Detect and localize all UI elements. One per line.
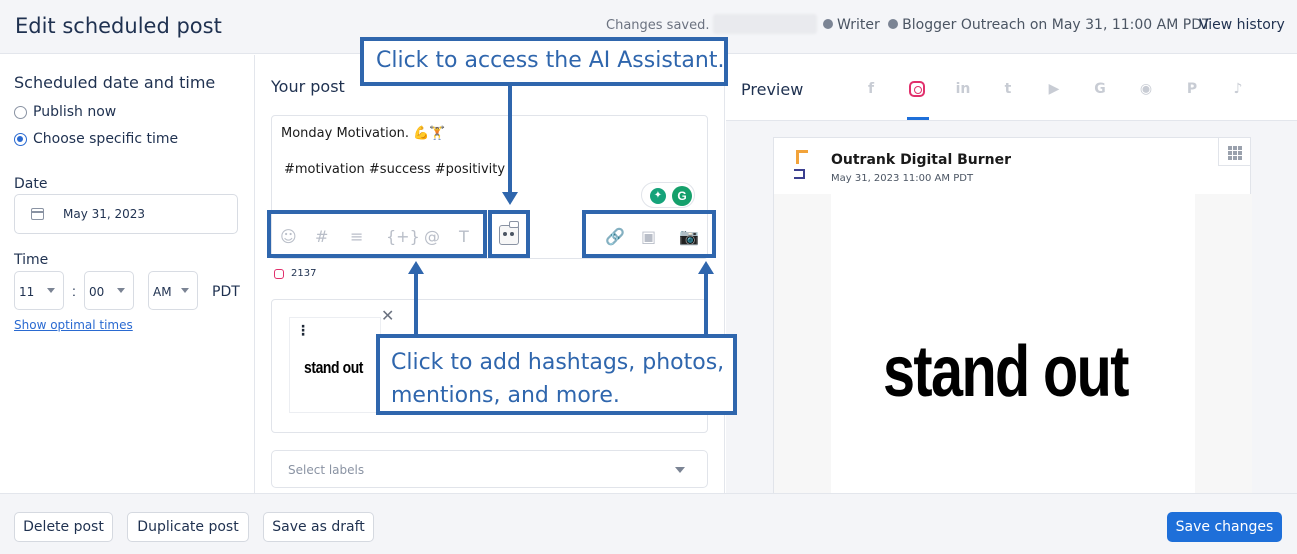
tab-linkedin-icon[interactable]: in	[953, 79, 973, 99]
active-tab-indicator	[907, 117, 929, 120]
preview-image: stand out	[831, 194, 1195, 494]
tab-reddit-icon[interactable]: ◉	[1136, 79, 1156, 99]
thumbnail-text: stand out	[304, 358, 364, 377]
choose-time-option[interactable]: Choose specific time	[14, 131, 178, 147]
publish-now-label: Publish now	[33, 104, 117, 120]
meta-details: Blogger Outreach on May 31, 11:00 AM PDT	[902, 17, 1211, 33]
post-editor-panel: Your post Monday Motivation. 💪🏋 #motivat…	[256, 55, 725, 493]
date-label: Date	[14, 176, 48, 192]
ai-icon-highlight	[488, 210, 530, 258]
instagram-icon	[909, 81, 925, 97]
image-margin-left	[774, 194, 831, 494]
time-separator: :	[72, 283, 76, 299]
chevron-down-icon	[181, 288, 189, 293]
callout-arrow-line	[704, 273, 708, 335]
ampm-select[interactable]: AM	[148, 271, 198, 310]
char-count-value: 2137	[291, 268, 317, 279]
chevron-down-icon	[47, 288, 55, 293]
instagram-icon	[274, 268, 284, 279]
image-margin-right	[1195, 194, 1252, 494]
add-more-callout: Click to add hashtags, photos, mentions,…	[376, 334, 737, 415]
callout-arrow-line	[508, 86, 512, 192]
tab-tiktok-icon[interactable]: ♪	[1228, 79, 1248, 99]
tab-facebook-icon[interactable]: f	[861, 79, 881, 99]
delete-post-button[interactable]: Delete post	[14, 512, 113, 542]
callout-arrow-line	[414, 273, 418, 335]
your-post-title: Your post	[271, 77, 345, 96]
preview-header: Preview f in t ▶ G ◉ P ♪	[726, 55, 1297, 121]
hour-value: 11	[19, 285, 35, 299]
tab-twitter-icon[interactable]: t	[998, 79, 1018, 99]
save-status: Changes saved.	[606, 18, 710, 33]
labels-select[interactable]: Select labels	[271, 450, 708, 488]
instagram-preview-card: Outrank Digital Burner May 31, 2023 11:0…	[773, 137, 1252, 494]
brand-logo	[794, 150, 812, 180]
lightbulb-icon[interactable]: ✦	[650, 188, 666, 204]
preview-image-text: stand out	[883, 332, 1129, 412]
date-value: May 31, 2023	[63, 207, 146, 221]
ai-assistant-callout: Click to access the AI Assistant.	[360, 37, 728, 86]
ai-assistant-callout-text: Click to access the AI Assistant.	[376, 48, 725, 73]
hour-select[interactable]: 11	[14, 271, 64, 310]
choose-time-label: Choose specific time	[33, 131, 179, 147]
labels-placeholder: Select labels	[288, 463, 365, 477]
minute-value: 00	[89, 285, 105, 299]
extension-bubble: ✦ G	[641, 182, 695, 208]
footer-bar: Delete post Duplicate post Save as draft…	[0, 493, 1297, 554]
post-text-line-1[interactable]: Monday Motivation. 💪🏋	[281, 126, 446, 141]
toolbar-highlight-left	[267, 210, 487, 258]
preview-panel: Preview f in t ▶ G ◉ P ♪ Outrank Digital Burner…	[726, 55, 1297, 494]
tab-youtube-icon[interactable]: ▶	[1044, 79, 1064, 99]
chevron-down-icon	[117, 288, 125, 293]
close-icon[interactable]: ✕	[381, 306, 394, 326]
separator-dot-icon	[823, 19, 833, 29]
post-text-line-2[interactable]: #motivation #success #positivity	[284, 162, 505, 177]
tab-pinterest-icon[interactable]: P	[1182, 79, 1202, 99]
grammarly-icon[interactable]: G	[672, 186, 692, 206]
publish-now-option[interactable]: Publish now	[14, 104, 116, 120]
radio-selected-icon[interactable]	[14, 132, 27, 146]
view-history-link[interactable]: View history	[1199, 17, 1285, 33]
account-name: Outrank Digital Burner	[831, 152, 1012, 168]
schedule-panel: Scheduled date and time Publish now Choo…	[0, 55, 255, 493]
page-title: Edit scheduled post	[15, 14, 222, 38]
instagram-char-count: 2137	[274, 268, 316, 279]
arrow-down-icon	[502, 192, 518, 205]
media-thumbnail[interactable]: ⋮ stand out	[289, 317, 381, 413]
timezone-label: PDT	[212, 284, 240, 300]
save-changes-button[interactable]: Save changes	[1167, 512, 1282, 542]
minute-select[interactable]: 00	[84, 271, 134, 310]
separator-dot-icon	[888, 19, 899, 29]
date-picker[interactable]: May 31, 2023	[14, 194, 238, 234]
redacted-author	[713, 14, 817, 34]
calendar-icon	[31, 208, 44, 220]
post-date: May 31, 2023 11:00 AM PDT	[831, 173, 974, 184]
grid-icon[interactable]	[1218, 138, 1250, 166]
meta-role: Writer	[837, 17, 880, 33]
preview-title: Preview	[741, 80, 804, 99]
ampm-value: AM	[153, 285, 172, 299]
radio-icon[interactable]	[14, 105, 27, 119]
time-label: Time	[14, 252, 49, 268]
chevron-down-icon	[675, 467, 685, 473]
save-draft-button[interactable]: Save as draft	[263, 512, 374, 542]
tab-google-icon[interactable]: G	[1090, 79, 1110, 99]
post-meta: Writer Blogger Outreach on May 31, 11:00…	[819, 17, 1211, 33]
schedule-title: Scheduled date and time	[14, 73, 216, 92]
toolbar-highlight-right	[582, 210, 716, 258]
add-more-callout-line-2: mentions, and more.	[391, 383, 620, 408]
show-optimal-times-link[interactable]: Show optimal times	[14, 318, 133, 332]
add-more-callout-line-1: Click to add hashtags, photos,	[391, 350, 725, 375]
tab-instagram-icon[interactable]	[907, 79, 927, 99]
more-options-icon[interactable]: ⋮	[296, 322, 310, 339]
duplicate-post-button[interactable]: Duplicate post	[127, 512, 249, 542]
